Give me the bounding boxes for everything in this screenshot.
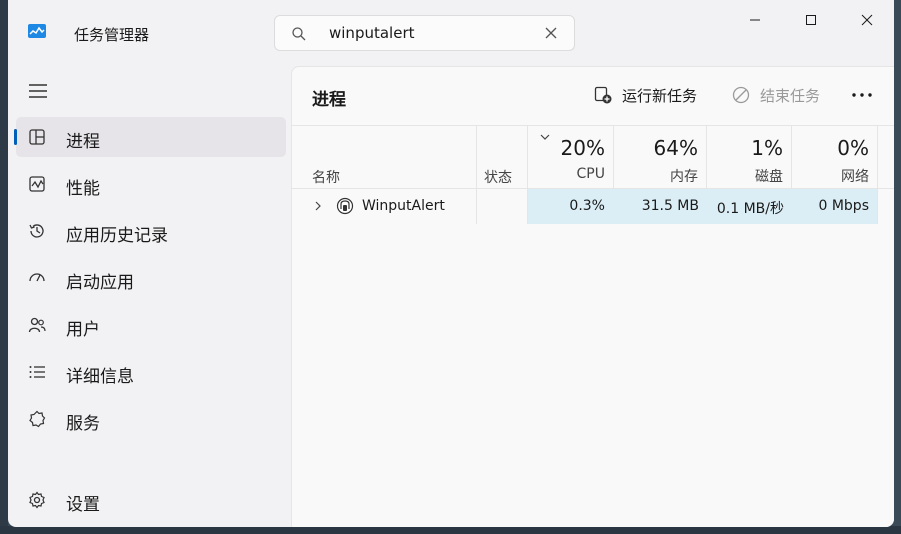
network-total-percent: 0%	[837, 136, 869, 160]
sidebar-item-startup-apps[interactable]: 启动应用	[16, 258, 286, 298]
taskbar-edge	[0, 526, 901, 534]
column-header-disk[interactable]: 1% 磁盘	[707, 126, 791, 189]
process-memory: 31.5 MB	[641, 198, 699, 214]
desktop-background	[0, 0, 8, 534]
sidebar-item-services[interactable]: 服务	[16, 399, 286, 439]
search-box[interactable]	[274, 15, 575, 51]
search-input[interactable]	[329, 22, 529, 44]
sidebar-item-users[interactable]: 用户	[16, 305, 286, 345]
processes-icon	[29, 129, 45, 145]
sidebar-item-performance[interactable]: 性能	[16, 164, 286, 204]
sidebar-item-label: 启动应用	[66, 273, 134, 293]
column-header-status[interactable]: 状态	[484, 167, 512, 187]
sidebar-item-details[interactable]: 详细信息	[16, 352, 286, 392]
cpu-total-percent: 20%	[560, 136, 605, 160]
gear-icon	[29, 491, 45, 509]
column-header-name[interactable]: 名称	[312, 167, 340, 187]
users-icon	[28, 317, 46, 333]
close-button[interactable]	[844, 10, 890, 30]
maximize-button[interactable]	[788, 10, 834, 30]
app-title: 任务管理器	[74, 26, 150, 44]
clear-search-icon[interactable]	[543, 25, 559, 41]
processes-panel: 进程 运行新任务 结束任务 名称 状态 20% CPU 64% 内存 1% 磁盘…	[291, 66, 894, 527]
search-icon	[292, 27, 306, 41]
network-column-label: 网络	[841, 169, 869, 185]
run-new-task-label: 运行新任务	[622, 86, 698, 105]
maximize-icon	[806, 15, 816, 25]
disk-total-percent: 1%	[751, 136, 783, 160]
sidebar-item-app-history[interactable]: 应用历史记录	[16, 211, 286, 251]
task-manager-app-icon	[28, 24, 46, 38]
column-header-memory[interactable]: 64% 内存	[614, 126, 706, 189]
cpu-column-label: CPU	[576, 166, 605, 182]
column-header-network[interactable]: 0% 网络	[792, 126, 877, 189]
memory-total-percent: 64%	[653, 136, 698, 160]
run-new-task-icon	[594, 86, 612, 104]
sidebar-item-label: 服务	[66, 414, 100, 434]
sidebar-item-label: 详细信息	[66, 367, 134, 387]
end-task-label: 结束任务	[760, 86, 821, 105]
app-history-icon	[29, 224, 44, 238]
title-bar: 任务管理器	[8, 0, 894, 62]
run-new-task-button[interactable]: 运行新任务	[594, 83, 697, 107]
task-manager-window: 任务管理器 winputalert 进程 性能 应用历史记录 启动应用 用户 详…	[8, 0, 894, 527]
disk-column-label: 磁盘	[755, 169, 783, 185]
process-cpu: 0.3%	[569, 198, 605, 214]
close-icon	[861, 14, 873, 26]
hamburger-menu-icon[interactable]	[28, 82, 48, 100]
performance-icon	[29, 176, 45, 192]
sidebar-item-processes[interactable]: 进程	[14, 117, 286, 157]
sidebar-item-label: 应用历史记录	[66, 226, 168, 246]
minimize-icon	[750, 19, 760, 21]
settings-label: 设置	[66, 495, 100, 515]
minimize-button[interactable]	[732, 10, 778, 30]
page-title: 进程	[312, 90, 346, 110]
sidebar-nav: 进程 性能 应用历史记录 启动应用 用户 详细信息 服务	[14, 117, 286, 446]
table-row[interactable]: WinputAlert 0.3% 31.5 MB 0.1 MB/秒 0 Mbps	[292, 189, 894, 224]
process-name: WinputAlert	[362, 198, 445, 214]
chevron-right-icon[interactable]	[312, 199, 324, 213]
services-icon	[29, 410, 46, 428]
column-header-cpu[interactable]: 20% CPU	[528, 126, 613, 189]
end-task-button[interactable]: 结束任务	[732, 83, 820, 107]
memory-column-label: 内存	[670, 169, 698, 185]
sidebar-item-label: 用户	[66, 320, 100, 340]
process-disk: 0.1 MB/秒	[716, 201, 784, 217]
sidebar-item-settings[interactable]: 设置	[16, 480, 286, 520]
sidebar-item-label: 性能	[66, 179, 100, 199]
more-options-icon[interactable]	[850, 85, 874, 105]
process-network: 0 Mbps	[818, 198, 869, 214]
winputalert-process-icon	[336, 197, 354, 215]
sidebar-item-label: 进程	[66, 132, 100, 152]
details-icon	[29, 366, 45, 378]
startup-apps-icon	[29, 273, 45, 282]
end-task-icon	[732, 86, 750, 104]
